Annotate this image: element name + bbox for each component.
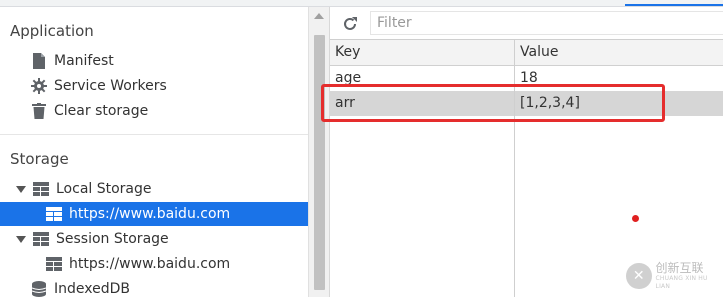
table-icon xyxy=(32,230,50,248)
trash-icon xyxy=(30,102,48,120)
gear-icon xyxy=(30,77,48,95)
table-header: Key Value xyxy=(330,40,723,66)
file-icon xyxy=(30,52,48,70)
refresh-button[interactable] xyxy=(340,14,360,34)
watermark-text-en: CHUANG XIN HU LIAN xyxy=(655,275,708,290)
scroll-up-arrow-icon[interactable] xyxy=(314,13,324,19)
sidebar-divider xyxy=(0,134,308,135)
sidebar-item-label: Clear storage xyxy=(54,103,149,119)
table-icon xyxy=(45,255,63,273)
sidebar-item-label: Service Workers xyxy=(54,78,167,94)
sidebar-item-label: https://www.baidu.com xyxy=(69,256,231,272)
sidebar-item-label: https://www.baidu.com xyxy=(69,206,231,222)
sidebar-item-session-storage-origin[interactable]: https://www.baidu.com xyxy=(0,252,308,276)
section-title-storage: Storage xyxy=(10,150,69,168)
filter-input[interactable] xyxy=(370,11,723,35)
watermark-text-cn: 创新互联 xyxy=(655,261,704,275)
sidebar-scrollbar[interactable] xyxy=(308,7,330,297)
table-icon xyxy=(45,205,63,223)
sidebar-item-manifest[interactable]: Manifest xyxy=(0,49,308,73)
top-strip xyxy=(0,0,723,7)
annotation-dot xyxy=(632,215,639,222)
sidebar-item-local-storage-origin[interactable]: https://www.baidu.com xyxy=(0,202,308,226)
sidebar-item-session-storage[interactable]: Session Storage xyxy=(0,227,308,251)
column-header-key[interactable]: Key xyxy=(330,40,514,65)
scrollbar-thumb[interactable] xyxy=(314,35,325,290)
sidebar-item-label: Manifest xyxy=(54,53,114,69)
refresh-icon xyxy=(344,17,357,30)
watermark-text: 创新互联 CHUANG XIN HU LIAN xyxy=(656,261,723,291)
expand-triangle-icon[interactable] xyxy=(16,235,26,243)
expand-triangle-icon[interactable] xyxy=(16,185,26,193)
watermark-logo-icon: ✕ xyxy=(626,263,652,289)
sidebar-item-service-workers[interactable]: Service Workers xyxy=(0,74,308,98)
column-divider[interactable] xyxy=(514,40,515,297)
database-icon xyxy=(30,280,48,298)
storage-toolbar xyxy=(330,7,723,40)
sidebar-item-label: IndexedDB xyxy=(54,281,130,297)
sidebar: Application Manifest Service Workers Cle… xyxy=(0,7,308,297)
section-title-application: Application xyxy=(10,22,94,40)
sidebar-item-clear-storage[interactable]: Clear storage xyxy=(0,99,308,123)
watermark: ✕ 创新互联 CHUANG XIN HU LIAN xyxy=(622,255,723,297)
column-header-value[interactable]: Value xyxy=(515,40,723,65)
sidebar-item-local-storage[interactable]: Local Storage xyxy=(0,177,308,201)
sidebar-item-indexeddb[interactable]: IndexedDB xyxy=(0,277,308,301)
annotation-highlight-box xyxy=(321,84,665,122)
active-tab-indicator xyxy=(625,0,723,6)
table-icon xyxy=(32,180,50,198)
sidebar-item-label: Session Storage xyxy=(56,231,169,247)
sidebar-item-label: Local Storage xyxy=(56,181,152,197)
